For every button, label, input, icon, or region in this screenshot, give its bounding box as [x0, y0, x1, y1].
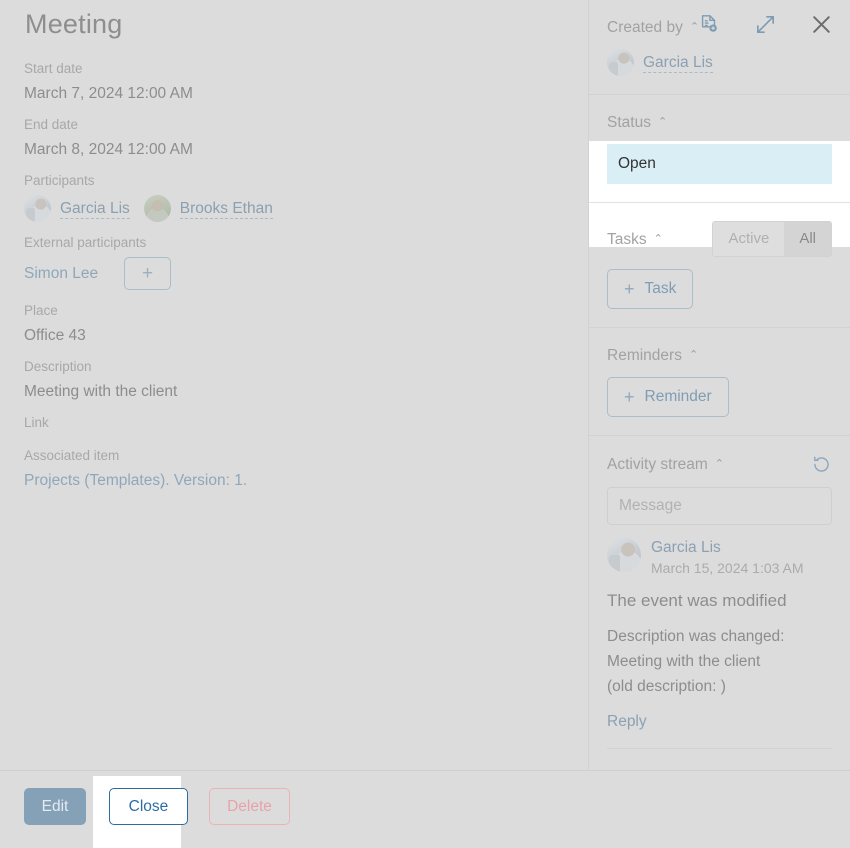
add-reminder-button[interactable]: + Reminder: [607, 377, 729, 417]
dialog-body: Meeting Start date March 7, 2024 12:00 A…: [0, 0, 850, 770]
chevron-up-icon[interactable]: ⌃: [654, 232, 663, 245]
section-header-reminders: Reminders ⌃: [607, 346, 832, 365]
avatar: [607, 49, 634, 76]
avatar: [24, 195, 51, 222]
activity-timestamp: March 15, 2024 1:03 AM: [651, 560, 804, 576]
detail-sidebar: Created by ⌃ Garcia Lis Status ⌃ Open Ta…: [588, 0, 850, 770]
report-document-icon[interactable]: [696, 11, 722, 37]
section-title-activity-stream: Activity stream: [607, 456, 708, 473]
activity-divider: [607, 748, 832, 749]
participant-name-link[interactable]: Garcia Lis: [60, 199, 130, 219]
add-task-button[interactable]: + Task: [607, 269, 694, 309]
field-participants: Participants Garcia Lis Brooks Ethan: [24, 172, 564, 222]
activity-body-line: (old description: ): [607, 678, 726, 695]
avatar: [607, 538, 641, 572]
section-activity-stream: Activity stream ⌃ Gar: [589, 436, 850, 767]
external-participants-list: Simon Lee +: [24, 257, 564, 290]
section-status: Status ⌃ Open: [589, 95, 850, 203]
field-external-participants: External participants Simon Lee +: [24, 234, 564, 290]
reply-link[interactable]: Reply: [607, 713, 647, 731]
field-description: Description Meeting with the client: [24, 358, 564, 402]
plus-icon: +: [624, 387, 635, 407]
meeting-detail-dialog: Meeting Start date March 7, 2024 12:00 A…: [0, 0, 850, 848]
delete-button[interactable]: Delete: [209, 788, 290, 825]
tasks-filter-all[interactable]: All: [784, 222, 831, 256]
field-label-external-participants: External participants: [24, 235, 147, 250]
chevron-up-icon[interactable]: ⌃: [658, 115, 667, 128]
chevron-up-icon[interactable]: ⌃: [715, 457, 724, 470]
close-button[interactable]: Close: [109, 788, 188, 825]
activity-body-line: Description was changed:: [607, 628, 785, 645]
created-by-user[interactable]: Garcia Lis: [607, 49, 832, 76]
message-input[interactable]: [607, 487, 832, 525]
activity-entry: Garcia Lis March 15, 2024 1:03 AM The ev…: [607, 538, 832, 749]
dialog-header-actions: [696, 0, 834, 48]
edit-button[interactable]: Edit: [24, 788, 86, 825]
add-reminder-label: Reminder: [644, 388, 712, 406]
add-external-participant-button[interactable]: +: [124, 257, 172, 290]
participants-list: Garcia Lis Brooks Ethan: [24, 195, 564, 222]
section-header-tasks: Tasks ⌃ Active All: [607, 221, 832, 257]
section-title-status: Status: [607, 114, 651, 131]
field-associated-item: Associated item Projects (Templates). Ve…: [24, 447, 564, 491]
section-title-reminders: Reminders: [607, 347, 682, 364]
section-title-created-by: Created by: [607, 19, 683, 36]
tasks-filter-group: Active All: [712, 221, 832, 257]
avatar: [143, 195, 171, 222]
field-label-place: Place: [24, 303, 58, 318]
activity-headline: The event was modified: [607, 591, 787, 610]
chevron-up-icon[interactable]: ⌃: [689, 348, 698, 361]
plus-icon: +: [624, 279, 635, 299]
field-link: Link: [24, 414, 564, 437]
section-reminders: Reminders ⌃ + Reminder: [589, 328, 850, 436]
associated-item-link[interactable]: Projects (Templates). Version: 1.: [24, 470, 564, 491]
field-value-description: Meeting with the client: [24, 383, 178, 400]
external-participant-link[interactable]: Simon Lee: [24, 263, 98, 284]
field-label-description: Description: [24, 359, 92, 374]
created-by-name-link[interactable]: Garcia Lis: [643, 53, 713, 73]
activity-entry-meta: Garcia Lis March 15, 2024 1:03 AM: [651, 538, 804, 579]
section-title-tasks: Tasks: [607, 230, 647, 248]
field-label-start-date: Start date: [24, 61, 83, 76]
section-tasks: Tasks ⌃ Active All + Task: [589, 203, 850, 328]
tasks-filter-active[interactable]: Active: [713, 222, 785, 256]
dialog-header: Meeting: [24, 0, 564, 48]
dialog-footer: Edit Close Delete: [0, 770, 850, 848]
field-label-participants: Participants: [24, 173, 95, 188]
field-label-end-date: End date: [24, 117, 79, 132]
status-value-field[interactable]: Open: [607, 144, 832, 184]
field-value-end-date: March 8, 2024 12:00 AM: [24, 141, 193, 158]
field-label-associated-item: Associated item: [24, 448, 120, 463]
close-x-icon[interactable]: [808, 11, 834, 37]
expand-diagonal-icon[interactable]: [752, 11, 778, 37]
activity-body-line: Meeting with the client: [607, 653, 761, 670]
field-place: Place Office 43: [24, 302, 564, 346]
main-content-panel: Meeting Start date March 7, 2024 12:00 A…: [0, 0, 588, 770]
refresh-icon[interactable]: [811, 454, 832, 475]
field-value-place: Office 43: [24, 327, 86, 344]
add-task-label: Task: [644, 280, 677, 298]
field-value-start-date: March 7, 2024 12:00 AM: [24, 85, 193, 102]
field-label-link: Link: [24, 415, 49, 430]
page-title: Meeting: [25, 8, 123, 39]
activity-body: Description was changed: Meeting with th…: [607, 624, 832, 699]
participant-chip[interactable]: Garcia Lis: [24, 195, 130, 222]
activity-author-link[interactable]: Garcia Lis: [651, 538, 804, 558]
activity-entry-header: Garcia Lis March 15, 2024 1:03 AM: [607, 538, 832, 579]
participant-name-link[interactable]: Brooks Ethan: [179, 199, 273, 219]
field-start-date: Start date March 7, 2024 12:00 AM: [24, 60, 564, 104]
participant-chip[interactable]: Brooks Ethan: [143, 195, 273, 222]
section-header-status: Status ⌃: [607, 113, 832, 132]
field-end-date: End date March 8, 2024 12:00 AM: [24, 116, 564, 160]
section-header-activity-stream: Activity stream ⌃: [607, 454, 832, 475]
